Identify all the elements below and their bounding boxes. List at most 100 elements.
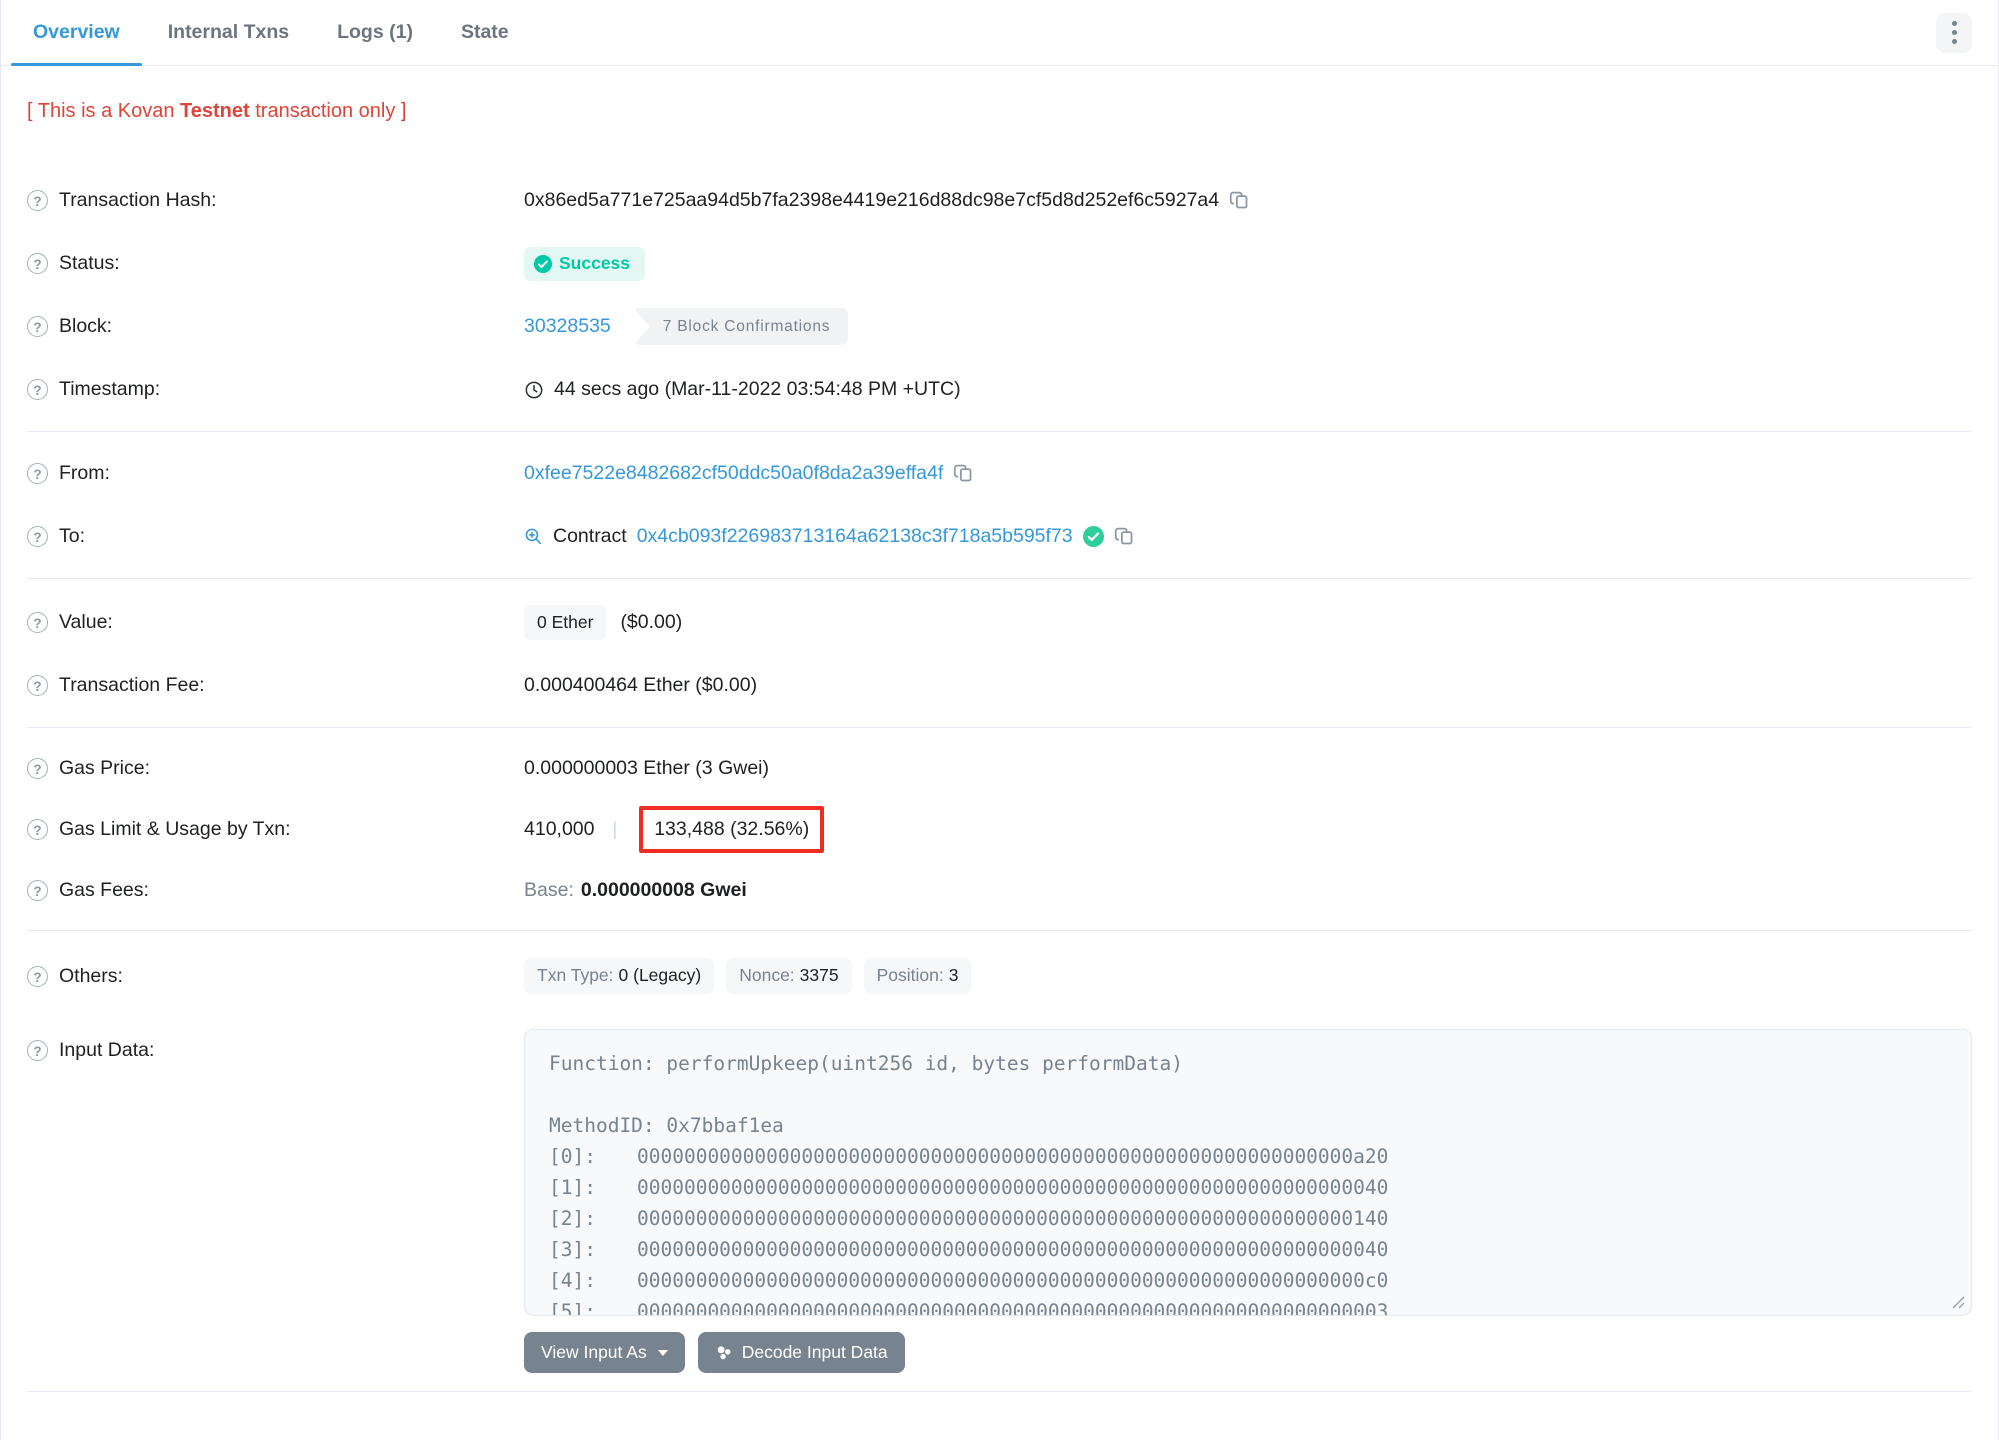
position-chip-label: Position:	[876, 965, 944, 986]
from-address-link[interactable]: 0xfee7522e8482682cf50ddc50a0f8da2a39effa…	[524, 462, 943, 485]
txn-type-chip-label: Txn Type:	[537, 965, 614, 986]
magnifier-plus-icon[interactable]	[524, 527, 543, 546]
view-input-as-label: View Input As	[541, 1342, 647, 1362]
decode-icon	[715, 1344, 733, 1362]
row-block: ? Block: 30328535 7 Block Confirmations	[27, 295, 1972, 358]
chevron-down-icon	[657, 1349, 668, 1356]
input-word-row: [1]: 00000000000000000000000000000000000…	[549, 1172, 1947, 1203]
to-address-link[interactable]: 0x4cb093f226983713164a62138c3f718a5b595f…	[637, 525, 1073, 548]
gas-limit-value: 410,000	[524, 817, 595, 840]
nonce-chip-label: Nonce:	[739, 965, 795, 986]
timestamp-label: Timestamp:	[59, 378, 161, 400]
status-badge-text: Success	[559, 252, 631, 273]
row-gas-limit-usage: ? Gas Limit & Usage by Txn: 410,000 | 13…	[27, 798, 1972, 860]
section-divider	[27, 431, 1972, 432]
help-icon[interactable]: ?	[27, 675, 48, 696]
value-usd: ($0.00)	[620, 611, 683, 633]
row-gas-fees: ? Gas Fees: Base: 0.000000008 Gwei	[27, 860, 1972, 920]
help-icon[interactable]: ?	[27, 463, 48, 484]
others-label: Others:	[59, 964, 123, 987]
ether-value-chip: 0 Ether	[524, 604, 607, 641]
word-index: [2]:	[549, 1207, 596, 1230]
status-label: Status:	[59, 252, 120, 274]
help-icon[interactable]: ?	[27, 316, 48, 337]
help-icon[interactable]: ?	[27, 818, 48, 840]
section-divider	[27, 930, 1972, 931]
input-word-row: [0]: 00000000000000000000000000000000000…	[549, 1141, 1947, 1172]
notice-bold: Testnet	[180, 100, 250, 122]
position-chip-value: 3	[948, 965, 959, 986]
gas-usage-highlight-box: 133,488 (32.56%)	[639, 805, 825, 853]
section-divider	[27, 727, 1972, 728]
copy-icon[interactable]	[1114, 526, 1135, 547]
help-icon[interactable]: ?	[27, 879, 48, 901]
nonce-chip: Nonce: 3375	[726, 958, 852, 994]
copy-icon[interactable]	[1229, 190, 1250, 211]
tab-bar: Overview Internal Txns Logs (1) State	[1, 0, 1998, 66]
help-icon[interactable]: ?	[27, 612, 48, 633]
gas-limit-separator: |	[612, 818, 618, 839]
input-word-row: [5]: 00000000000000000000000000000000000…	[549, 1296, 1947, 1316]
row-status: ? Status: Success	[27, 232, 1972, 295]
help-icon[interactable]: ?	[27, 190, 48, 211]
transaction-fee-value: 0.000400464 Ether ($0.00)	[524, 674, 758, 696]
block-number-link[interactable]: 30328535	[524, 315, 611, 338]
kebab-menu-button[interactable]	[1936, 12, 1972, 53]
help-icon[interactable]: ?	[27, 757, 48, 779]
input-methodid-line: MethodID: 0x7bbaf1ea	[549, 1114, 784, 1137]
input-data-actions: View Input As Decode Input Data	[524, 1332, 1972, 1373]
tab-logs[interactable]: Logs (1)	[315, 0, 435, 65]
input-word-row: [2]: 00000000000000000000000000000000000…	[549, 1203, 1947, 1234]
decode-label: Decode Input Data	[741, 1342, 888, 1362]
resize-handle-icon[interactable]	[1952, 1296, 1965, 1309]
section-divider	[27, 578, 1972, 579]
row-to: ? To: Contract 0x4cb093f226983713164a621…	[27, 505, 1972, 568]
word-index: [0]:	[549, 1145, 596, 1168]
row-from: ? From: 0xfee7522e8482682cf50ddc50a0f8da…	[27, 442, 1972, 505]
transaction-fee-label: Transaction Fee:	[59, 674, 205, 696]
gas-fees-base-value: 0.000000008 Gwei	[580, 878, 747, 901]
view-input-as-button[interactable]: View Input As	[524, 1332, 685, 1373]
help-icon[interactable]: ?	[27, 526, 48, 547]
input-word-row: [4]: 00000000000000000000000000000000000…	[549, 1265, 1947, 1296]
help-icon[interactable]: ?	[27, 379, 48, 400]
txn-type-chip: Txn Type: 0 (Legacy)	[524, 958, 715, 994]
copy-icon[interactable]	[953, 463, 974, 484]
row-input-data: ? Input Data: Function: performUpkeep(ui…	[27, 1029, 1972, 1316]
input-data-box[interactable]: Function: performUpkeep(uint256 id, byte…	[524, 1029, 1972, 1316]
help-icon[interactable]: ?	[27, 253, 48, 274]
gas-price-value: 0.000000003 Ether (3 Gwei)	[524, 756, 769, 779]
help-icon[interactable]: ?	[27, 965, 48, 987]
row-gas-price: ? Gas Price: 0.000000003 Ether (3 Gwei)	[27, 738, 1972, 798]
tab-state[interactable]: State	[439, 0, 531, 65]
input-function-line: Function: performUpkeep(uint256 id, byte…	[549, 1052, 1183, 1075]
tab-internal-txns[interactable]: Internal Txns	[146, 0, 311, 65]
help-icon[interactable]: ?	[27, 1040, 48, 1061]
tab-overview[interactable]: Overview	[11, 0, 142, 66]
from-label: From:	[59, 462, 110, 484]
verified-check-icon	[1082, 526, 1104, 547]
nonce-chip-value: 3375	[799, 965, 839, 986]
word-hex: 0000000000000000000000000000000000000000…	[637, 1176, 1389, 1199]
block-confirmations-badge: 7 Block Confirmations	[632, 307, 849, 346]
to-contract-prefix: Contract	[553, 525, 627, 547]
timestamp-value: 44 secs ago (Mar-11-2022 03:54:48 PM +UT…	[554, 378, 961, 400]
position-chip: Position: 3	[863, 958, 972, 994]
gas-limit-label: Gas Limit & Usage by Txn:	[59, 817, 291, 840]
txn-type-chip-value: 0 (Legacy)	[618, 965, 702, 986]
transaction-hash-value: 0x86ed5a771e725aa94d5b7fa2398e4419e216d8…	[524, 189, 1220, 211]
input-data-label: Input Data:	[59, 1039, 155, 1061]
row-value: ? Value: 0 Ether ($0.00)	[27, 591, 1972, 654]
block-label: Block:	[59, 315, 113, 337]
value-label: Value:	[59, 611, 113, 633]
word-index: [5]:	[549, 1300, 596, 1316]
gas-price-label: Gas Price:	[59, 756, 151, 779]
word-hex: 0000000000000000000000000000000000000000…	[637, 1300, 1389, 1316]
word-index: [1]:	[549, 1176, 596, 1199]
gas-usage-value: 133,488 (32.56%)	[654, 817, 810, 840]
word-index: [4]:	[549, 1269, 596, 1292]
row-transaction-hash: ? Transaction Hash: 0x86ed5a771e725aa94d…	[27, 169, 1972, 232]
notice-suffix: transaction only ]	[249, 100, 407, 122]
decode-input-data-button[interactable]: Decode Input Data	[697, 1332, 905, 1373]
row-transaction-fee: ? Transaction Fee: 0.000400464 Ether ($0…	[27, 654, 1972, 717]
